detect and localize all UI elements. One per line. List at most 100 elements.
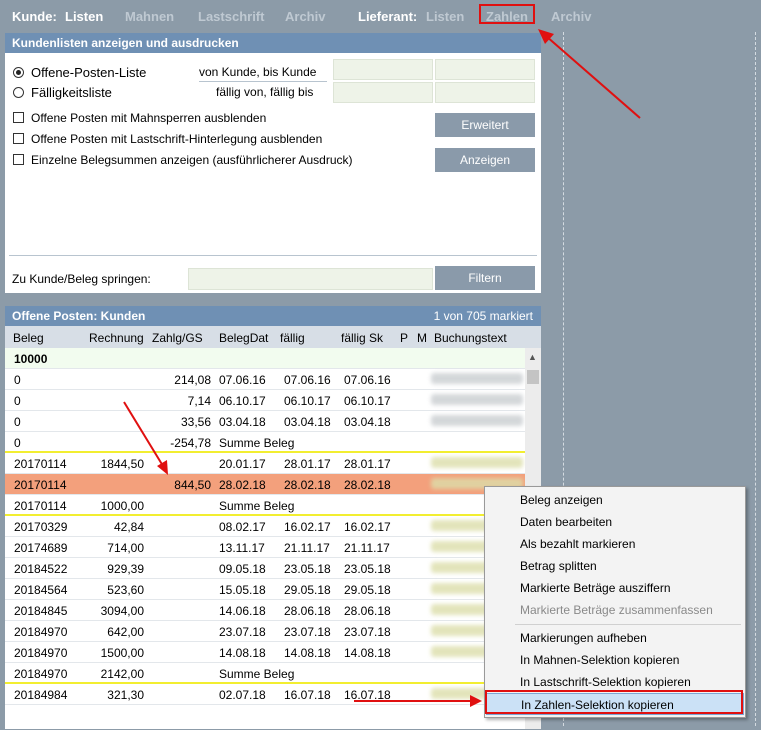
menu-betraege-ausziffern[interactable]: Markierte Beträge ausziffern <box>486 577 744 599</box>
col-p[interactable]: P <box>400 331 408 345</box>
nav-kunde-archiv[interactable]: Archiv <box>285 9 325 24</box>
table-row[interactable]: 0 33,56 03.04.18 03.04.18 03.04.18 <box>5 411 525 432</box>
table-row[interactable]: 20170114 1844,50 20.01.17 28.01.17 28.01.17 <box>5 453 525 474</box>
cell-beleg: 20170114 <box>14 478 67 492</box>
table-row[interactable]: 20184970 2142,00 Summe Beleg <box>5 663 525 684</box>
lastschrift-label: Offene Posten mit Lastschrift-Hinterlegu… <box>31 132 323 146</box>
marked-count: 1 von 705 markiert <box>433 309 533 323</box>
belegsummen-checkbox[interactable] <box>13 154 24 165</box>
table-row[interactable]: 20184984 321,30 02.07.18 16.07.18 16.07.18 <box>5 684 525 705</box>
von-kunde-input[interactable] <box>333 59 433 80</box>
table-row[interactable]: 20184564 523,60 15.05.18 29.05.18 29.05.18 <box>5 579 525 600</box>
table-row[interactable]: 20184845 3094,00 14.06.18 28.06.18 28.06.18 <box>5 600 525 621</box>
cell-belegdat: 06.10.17 <box>219 394 266 408</box>
bis-kunde-input[interactable] <box>435 59 535 80</box>
jump-label: Zu Kunde/Beleg springen: <box>12 272 151 286</box>
erweitert-button[interactable]: Erweitert <box>435 113 535 137</box>
cell-faellig-sk: 23.07.18 <box>344 625 391 639</box>
cell-belegdat: Summe Beleg <box>219 667 295 681</box>
col-beleg[interactable]: Beleg <box>13 331 44 345</box>
jump-input[interactable] <box>188 268 433 290</box>
anzeigen-button[interactable]: Anzeigen <box>435 148 535 172</box>
nav-kunde-mahnen[interactable]: Mahnen <box>125 9 174 24</box>
table-row[interactable]: 0 -254,78 Summe Beleg <box>5 432 525 453</box>
cell-beleg: 20174689 <box>14 541 68 555</box>
col-belegdat[interactable]: BelegDat <box>219 331 268 345</box>
cell-beleg: 20170329 <box>14 520 68 534</box>
kundenlisten-panel-title: Kundenlisten anzeigen und ausdrucken <box>5 33 541 53</box>
lastschrift-checkbox[interactable] <box>13 133 24 144</box>
faelligkeitsliste-radio[interactable] <box>13 87 24 98</box>
group-row[interactable]: 10000 <box>5 348 525 369</box>
cell-belegdat: 07.06.16 <box>219 373 266 387</box>
cell-belegdat: 08.02.17 <box>219 520 266 534</box>
menu-daten-bearbeiten[interactable]: Daten bearbeiten <box>486 511 744 533</box>
menu-betrag-splitten[interactable]: Betrag splitten <box>486 555 744 577</box>
cell-faellig-sk: 28.06.18 <box>344 604 391 618</box>
cell-beleg: 20184970 <box>14 646 68 660</box>
col-buchungstext[interactable]: Buchungstext <box>434 331 507 345</box>
nav-lieferant-listen[interactable]: Listen <box>426 9 464 24</box>
cell-faellig: 16.07.18 <box>284 688 331 702</box>
mahnsperren-checkbox[interactable] <box>13 112 24 123</box>
group-label: 10000 <box>14 352 48 366</box>
cell-beleg: 0 <box>14 436 21 450</box>
cell-beleg: 20184984 <box>14 688 68 702</box>
col-zahlg-gs[interactable]: Zahlg/GS <box>152 331 203 345</box>
cell-belegdat: Summe Beleg <box>219 436 295 450</box>
scroll-thumb[interactable] <box>527 370 539 384</box>
blurred-buchungstext <box>431 394 523 405</box>
table-row[interactable]: 0 214,08 07.06.16 07.06.16 07.06.16 <box>5 369 525 390</box>
nav-kunde-label: Kunde: <box>12 9 57 24</box>
menu-beleg-anzeigen[interactable]: Beleg anzeigen <box>486 489 744 511</box>
table-row[interactable]: 20170114 844,50 28.02.18 28.02.18 28.02.18 <box>5 474 525 495</box>
kundenlisten-panel: Kundenlisten anzeigen und ausdrucken Off… <box>4 32 542 294</box>
cell-beleg: 0 <box>14 394 21 408</box>
cell-faellig-sk: 29.05.18 <box>344 583 391 597</box>
table-row[interactable]: 20184970 642,00 23.07.18 23.07.18 23.07.18 <box>5 621 525 642</box>
cell-faellig-sk: 28.02.18 <box>344 478 391 492</box>
menu-als-bezahlt-markieren[interactable]: Als bezahlt markieren <box>486 533 744 555</box>
cell-faellig-sk: 14.08.18 <box>344 646 391 660</box>
separator <box>9 255 537 256</box>
offene-posten-panel: Offene Posten: Kunden 1 von 705 markiert… <box>4 305 542 730</box>
table-row[interactable]: 20184522 929,39 09.05.18 23.05.18 23.05.18 <box>5 558 525 579</box>
menu-mahnen-selektion[interactable]: In Mahnen-Selektion kopieren <box>486 649 744 671</box>
faellig-von-input[interactable] <box>333 82 433 103</box>
cell-faellig: 28.01.17 <box>284 457 331 471</box>
offene-posten-radio[interactable] <box>13 67 24 78</box>
faelligkeitsliste-range-label: fällig von, fällig bis <box>216 85 314 99</box>
cell-faellig-sk: 07.06.16 <box>344 373 391 387</box>
cell-faellig-sk: 03.04.18 <box>344 415 391 429</box>
separator <box>199 81 327 82</box>
menu-markierungen-aufheben[interactable]: Markierungen aufheben <box>486 627 744 649</box>
cell-beleg: 20184522 <box>14 562 68 576</box>
table-row[interactable]: 20170114 1000,00 Summe Beleg <box>5 495 525 516</box>
col-faellig-sk[interactable]: fällig Sk <box>341 331 383 345</box>
nav-lieferant-archiv[interactable]: Archiv <box>551 9 591 24</box>
cell-zahlg: -254,78 <box>170 436 211 450</box>
cell-rechnung: 2142,00 <box>100 667 144 681</box>
mahnsperren-label: Offene Posten mit Mahnsperren ausblenden <box>31 111 267 125</box>
scroll-up-icon[interactable]: ▲ <box>528 352 537 362</box>
zahlen-selektion-highlight-box <box>485 690 743 714</box>
cell-belegdat: 28.02.18 <box>219 478 266 492</box>
nav-kunde-listen[interactable]: Listen <box>65 9 103 24</box>
col-rechnung[interactable]: Rechnung <box>89 331 144 345</box>
table-row[interactable]: 20170329 42,84 08.02.17 16.02.17 16.02.17 <box>5 516 525 537</box>
nav-kunde-lastschrift[interactable]: Lastschrift <box>198 9 264 24</box>
filtern-button[interactable]: Filtern <box>435 266 535 290</box>
cell-rechnung: 714,00 <box>107 541 144 555</box>
cell-faellig: 16.02.17 <box>284 520 331 534</box>
table-row[interactable]: 20174689 714,00 13.11.17 21.11.17 21.11.17 <box>5 537 525 558</box>
col-faellig[interactable]: fällig <box>280 331 305 345</box>
table-row[interactable]: 20184970 1500,00 14.08.18 14.08.18 14.08.18 <box>5 642 525 663</box>
cell-belegdat: 09.05.18 <box>219 562 266 576</box>
faellig-bis-input[interactable] <box>435 82 535 103</box>
menu-separator <box>515 624 741 625</box>
col-m[interactable]: M <box>417 331 427 345</box>
table-row[interactable]: 0 7,14 06.10.17 06.10.17 06.10.17 <box>5 390 525 411</box>
cell-belegdat: 15.05.18 <box>219 583 266 597</box>
cell-rechnung: 1000,00 <box>100 499 144 513</box>
cell-zahlg: 7,14 <box>187 394 211 408</box>
